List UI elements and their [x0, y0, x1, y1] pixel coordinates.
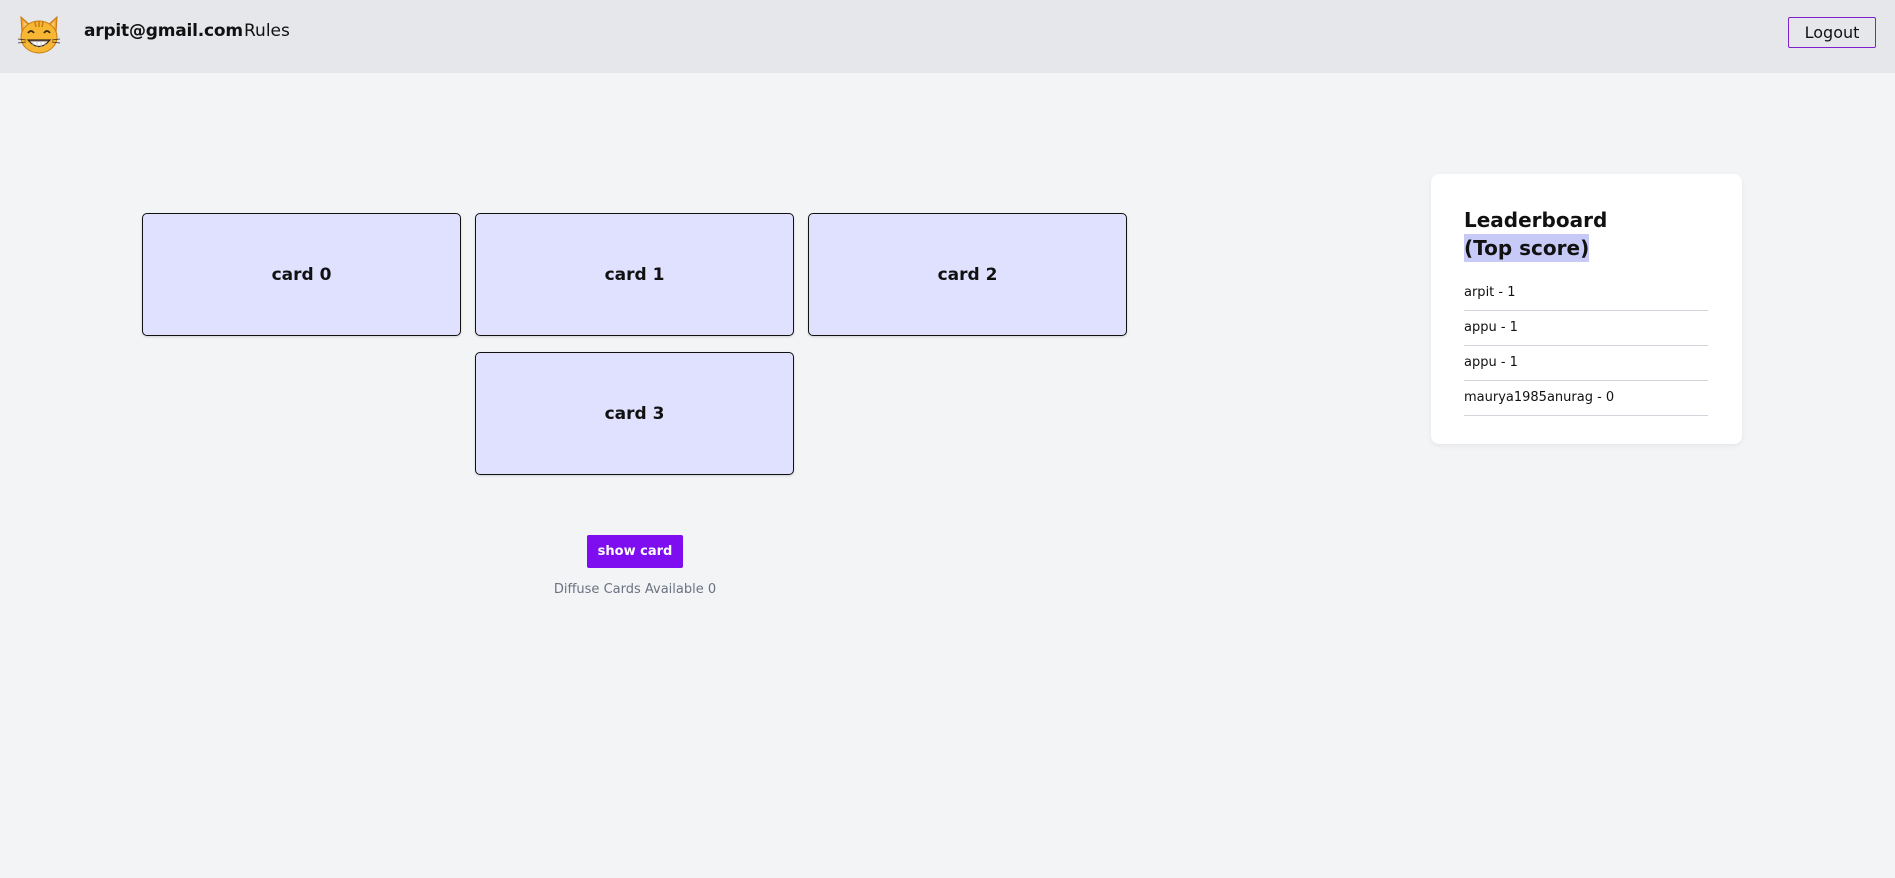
diffuse-cards-count: Diffuse Cards Available 0: [553, 582, 717, 597]
user-email: arpit@gmail.com: [84, 21, 243, 41]
leaderboard-entry: appu - 1: [1464, 311, 1708, 346]
grinning-cat-icon[interactable]: [17, 13, 61, 55]
leaderboard-entry: appu - 1: [1464, 346, 1708, 381]
leaderboard-list: arpit - 1 appu - 1 appu - 1 maurya1985an…: [1464, 276, 1708, 416]
show-card-button[interactable]: show card: [587, 535, 683, 568]
card-1[interactable]: card 1: [475, 213, 794, 336]
leaderboard-panel: Leaderboard (Top score) arpit - 1 appu -…: [1431, 174, 1742, 444]
leaderboard-subtitle: (Top score): [1464, 234, 1590, 262]
logout-button[interactable]: Logout: [1788, 17, 1876, 48]
rules-link[interactable]: Rules: [244, 21, 290, 41]
leaderboard-entry: arpit - 1: [1464, 276, 1708, 311]
leaderboard-entry: maurya1985anurag - 0: [1464, 381, 1708, 416]
card-0[interactable]: card 0: [142, 213, 461, 336]
card-3[interactable]: card 3: [475, 352, 794, 475]
navbar: arpit@gmail.com Rules Logout: [0, 0, 1895, 73]
leaderboard-title: Leaderboard: [1464, 208, 1608, 232]
card-2[interactable]: card 2: [808, 213, 1127, 336]
